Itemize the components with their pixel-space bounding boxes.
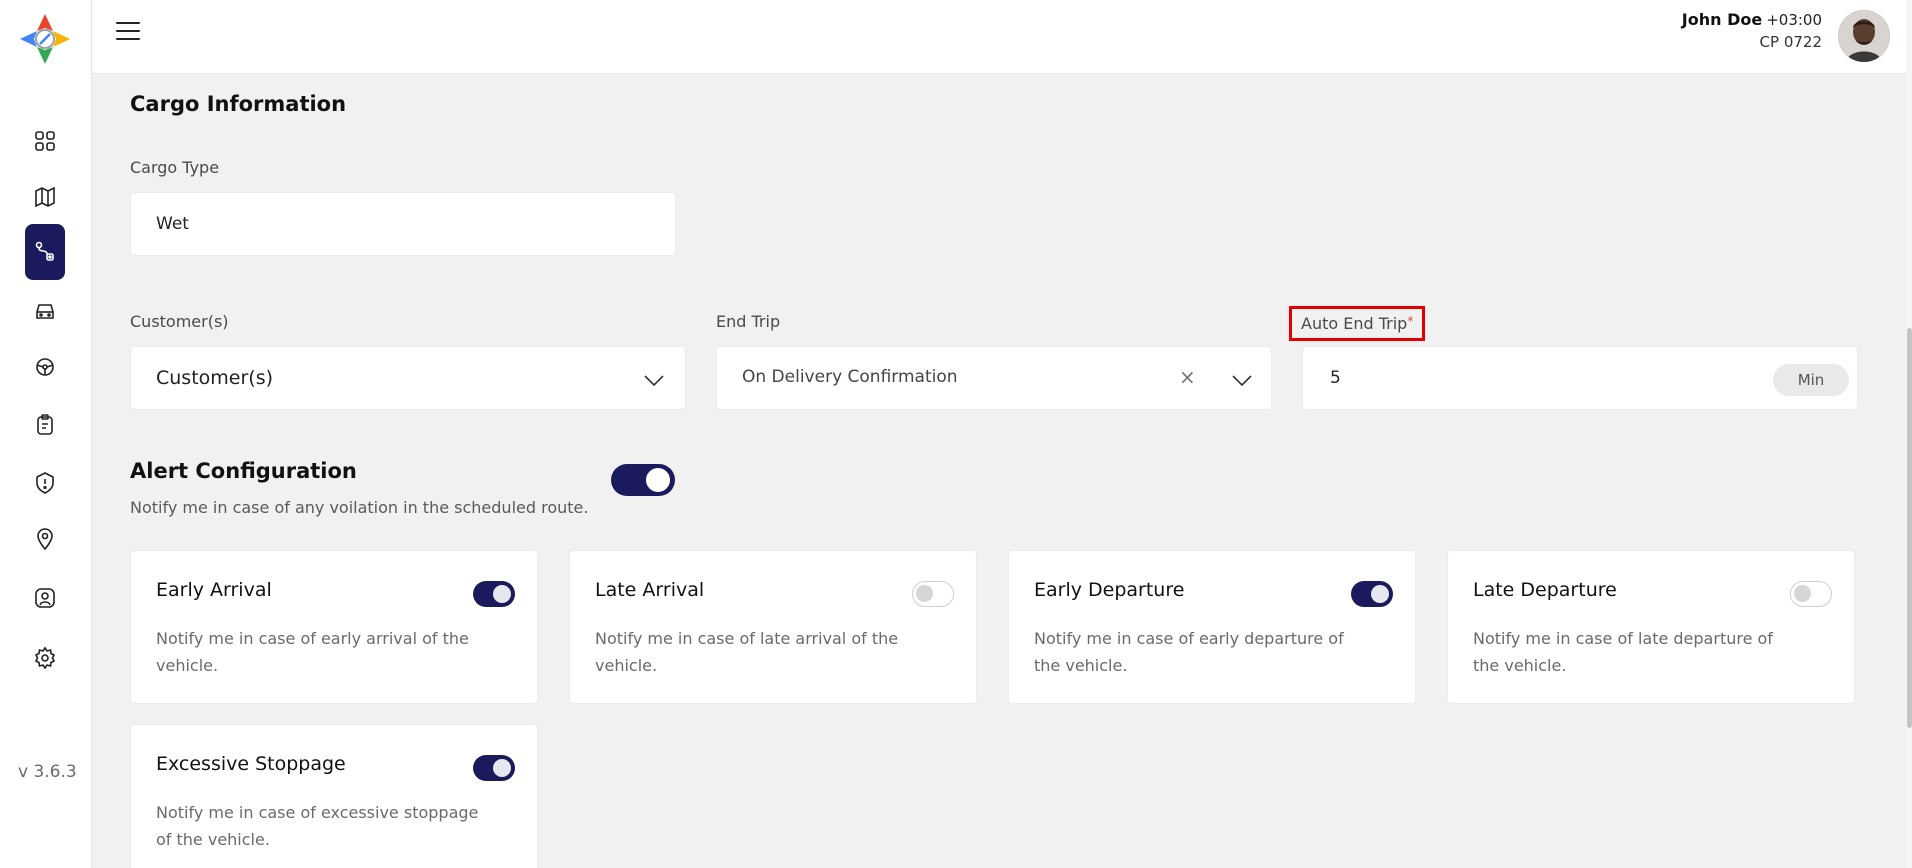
nav-drivers[interactable] xyxy=(25,347,65,387)
app-logo[interactable] xyxy=(16,10,74,68)
nav-tasks[interactable] xyxy=(25,405,65,445)
page-scrollbar[interactable] xyxy=(1906,0,1912,868)
card-title: Early Departure xyxy=(1034,579,1185,601)
auto-end-trip-input[interactable]: 5 Min xyxy=(1302,346,1858,410)
user-timezone: +03:00 xyxy=(1766,11,1822,29)
cargo-type-field[interactable]: Wet xyxy=(130,192,676,256)
cargo-section-title: Cargo Information xyxy=(130,92,347,116)
user-profile-icon xyxy=(35,588,55,608)
alert-card-late-departure: Late Departure Notify me in case of late… xyxy=(1447,550,1855,704)
alert-card-late-arrival: Late Arrival Notify me in case of late a… xyxy=(569,550,977,704)
alert-config-title: Alert Configuration xyxy=(130,459,357,483)
top-header: John Doe +03:00 CP 0722 xyxy=(92,0,1912,74)
alert-card-excessive-stoppage: Excessive Stoppage Notify me in case of … xyxy=(130,724,538,868)
chevron-down-icon xyxy=(644,375,664,387)
route-icon xyxy=(35,241,54,261)
nav-dashboard[interactable] xyxy=(25,121,65,161)
end-trip-select[interactable]: On Delivery Confirmation × xyxy=(716,346,1272,410)
location-pin-icon xyxy=(37,528,53,551)
card-description: Notify me in case of late arrival of the… xyxy=(595,629,899,675)
card-title: Late Departure xyxy=(1473,579,1617,601)
alert-shield-icon xyxy=(36,472,54,494)
card-title: Excessive Stoppage xyxy=(156,753,346,775)
cargo-type-label: Cargo Type xyxy=(130,158,220,177)
sidebar: v 3.6.3 xyxy=(0,0,92,868)
early-departure-toggle[interactable] xyxy=(1351,581,1393,607)
alert-card-early-arrival: Early Arrival Notify me in case of early… xyxy=(130,550,538,704)
car-icon xyxy=(36,304,54,319)
user-name: John Doe xyxy=(1681,10,1763,29)
map-icon xyxy=(35,186,55,208)
card-title: Late Arrival xyxy=(595,579,705,601)
auto-end-trip-value: 5 xyxy=(1330,368,1341,388)
steering-icon xyxy=(36,358,54,376)
end-trip-select-value: On Delivery Confirmation xyxy=(742,367,958,387)
hamburger-menu-icon[interactable] xyxy=(116,22,140,42)
cargo-type-value: Wet xyxy=(156,214,189,234)
avatar[interactable] xyxy=(1838,10,1890,62)
nav-users[interactable] xyxy=(25,578,65,618)
late-arrival-toggle[interactable] xyxy=(912,581,954,607)
clear-icon[interactable]: × xyxy=(1179,365,1196,389)
customers-select-value: Customer(s) xyxy=(156,367,274,389)
card-title: Early Arrival xyxy=(156,579,272,601)
nav-locations[interactable] xyxy=(25,519,65,559)
user-code: CP 0722 xyxy=(1759,33,1822,51)
nav-routes[interactable] xyxy=(25,224,65,280)
card-description: Notify me in case of late departure of t… xyxy=(1473,629,1773,675)
customers-select[interactable]: Customer(s) xyxy=(130,346,686,410)
user-info[interactable]: John Doe +03:00 CP 0722 xyxy=(1682,10,1822,51)
unit-badge: Min xyxy=(1773,364,1849,396)
end-trip-label: End Trip xyxy=(716,312,781,331)
alert-card-early-departure: Early Departure Notify me in case of ear… xyxy=(1008,550,1416,704)
alert-config-description: Notify me in case of any voilation in th… xyxy=(130,498,589,517)
clipboard-icon xyxy=(37,414,53,435)
required-marker: * xyxy=(1407,314,1414,328)
late-departure-toggle[interactable] xyxy=(1790,581,1832,607)
nav-settings[interactable] xyxy=(25,638,65,678)
auto-end-trip-label-text: Auto End Trip xyxy=(1301,314,1408,333)
excessive-stoppage-toggle[interactable] xyxy=(473,755,515,781)
card-description: Notify me in case of early arrival of th… xyxy=(156,629,469,675)
nav-map[interactable] xyxy=(25,177,65,217)
dashboard-grid-icon xyxy=(35,131,55,151)
customers-label: Customer(s) xyxy=(130,312,229,331)
card-description: Notify me in case of excessive stoppage … xyxy=(156,803,479,849)
alert-config-toggle[interactable] xyxy=(611,464,675,496)
card-description: Notify me in case of early departure of … xyxy=(1034,629,1344,675)
scrollbar-thumb[interactable] xyxy=(1907,328,1912,728)
nav-alerts[interactable] xyxy=(25,463,65,503)
early-arrival-toggle[interactable] xyxy=(473,581,515,607)
app-version: v 3.6.3 xyxy=(18,762,77,782)
main-content: Cargo Information Cargo Type Wet Custome… xyxy=(92,74,1912,868)
settings-gear-icon xyxy=(34,646,56,670)
auto-end-trip-label: Auto End Trip* xyxy=(1289,306,1426,341)
nav-vehicles[interactable] xyxy=(25,291,65,331)
chevron-down-icon xyxy=(1232,375,1252,387)
